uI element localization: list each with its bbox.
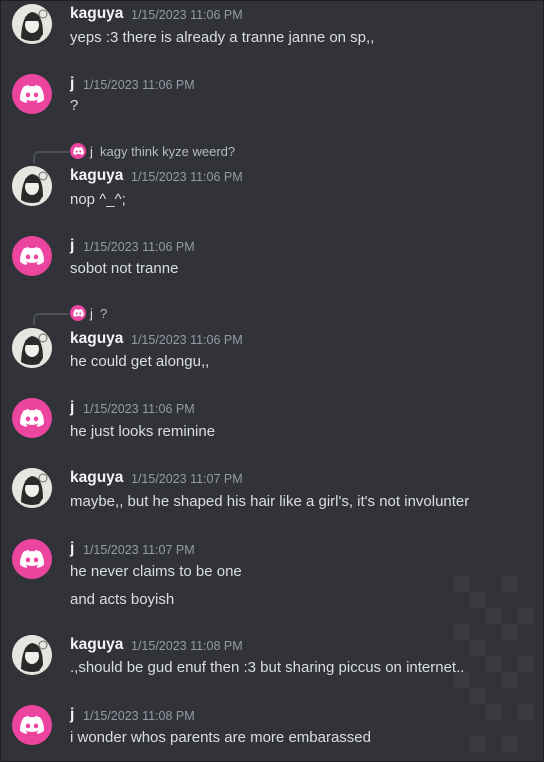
kaguya-avatar[interactable] bbox=[12, 468, 52, 508]
timestamp: 1/15/2023 11:06 PM bbox=[131, 333, 243, 347]
discord-logo-icon[interactable] bbox=[12, 398, 52, 438]
author-name[interactable]: kaguya bbox=[70, 330, 123, 348]
kaguya-avatar[interactable] bbox=[12, 166, 52, 206]
message-text: and acts boyish bbox=[70, 591, 175, 608]
reply-author[interactable]: j bbox=[90, 144, 93, 159]
author-name[interactable]: kaguya bbox=[70, 167, 123, 185]
message-text: i wonder whos parents are more embarasse… bbox=[70, 729, 371, 746]
discord-logo-icon bbox=[70, 305, 86, 321]
timestamp: 1/15/2023 11:08 PM bbox=[131, 639, 243, 653]
author-name[interactable]: j bbox=[70, 540, 74, 558]
timestamp: 1/15/2023 11:06 PM bbox=[83, 402, 195, 416]
reply-preview[interactable]: ? bbox=[100, 306, 107, 321]
message-text: maybe,, but he shaped his hair like a gi… bbox=[70, 493, 470, 510]
kaguya-avatar[interactable] bbox=[12, 635, 52, 675]
author-name[interactable]: kaguya bbox=[70, 5, 123, 23]
timestamp: 1/15/2023 11:06 PM bbox=[83, 240, 195, 254]
author-name[interactable]: j bbox=[70, 237, 74, 255]
author-name[interactable]: kaguya bbox=[70, 636, 123, 654]
reply-connector bbox=[33, 151, 69, 163]
timestamp: 1/15/2023 11:06 PM bbox=[83, 78, 195, 92]
reply-author[interactable]: j bbox=[90, 306, 93, 321]
discord-logo-icon bbox=[70, 143, 86, 159]
timestamp: 1/15/2023 11:08 PM bbox=[83, 709, 195, 723]
author-name[interactable]: j bbox=[70, 706, 74, 724]
message-text: yeps :3 there is already a tranne janne … bbox=[70, 29, 375, 46]
message-text: he never claims to be one bbox=[70, 563, 242, 580]
message-text: .,should be gud enuf then :3 but sharing… bbox=[70, 659, 465, 676]
message-text: nop ^_^; bbox=[70, 191, 126, 208]
discord-logo-icon[interactable] bbox=[12, 705, 52, 745]
kaguya-avatar[interactable] bbox=[12, 328, 52, 368]
reply-preview[interactable]: kagy think kyze weerd? bbox=[100, 144, 235, 159]
message-text: he just looks reminine bbox=[70, 423, 216, 440]
timestamp: 1/15/2023 11:07 PM bbox=[83, 543, 195, 557]
author-name[interactable]: j bbox=[70, 399, 74, 417]
discord-logo-icon[interactable] bbox=[12, 74, 52, 114]
discord-logo-icon[interactable] bbox=[12, 236, 52, 276]
timestamp: 1/15/2023 11:06 PM bbox=[131, 170, 243, 184]
message-text: he could get alongu,, bbox=[70, 353, 210, 370]
author-name[interactable]: j bbox=[70, 75, 74, 93]
reply-connector bbox=[33, 313, 69, 325]
kaguya-avatar[interactable] bbox=[12, 4, 52, 44]
message-text: sobot not tranne bbox=[70, 260, 179, 277]
author-name[interactable]: kaguya bbox=[70, 469, 123, 487]
message-text: ? bbox=[70, 97, 79, 114]
discord-logo-icon[interactable] bbox=[12, 539, 52, 579]
timestamp: 1/15/2023 11:06 PM bbox=[131, 8, 243, 22]
timestamp: 1/15/2023 11:07 PM bbox=[131, 472, 243, 486]
